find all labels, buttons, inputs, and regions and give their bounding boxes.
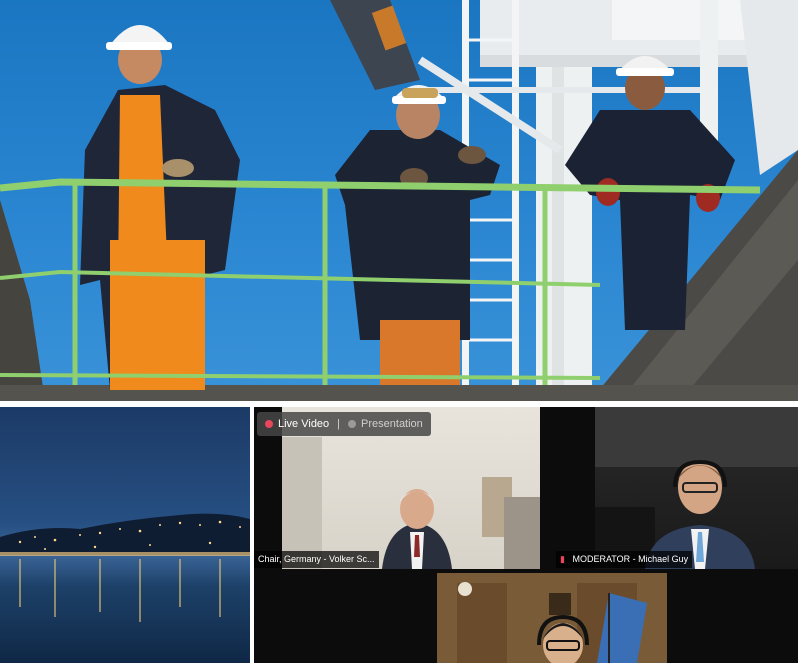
crew-on-ship-deck-photo xyxy=(0,0,798,401)
video-conference-window: Chair, Germany - Volker Sc... ▮ MODERATO… xyxy=(254,407,798,663)
night-harbor-photo xyxy=(0,407,250,663)
participant-name: MODERATOR - Michael Guy xyxy=(572,554,689,564)
tab-live-video[interactable]: Live Video xyxy=(265,418,329,430)
crew-photo-illustration xyxy=(0,0,798,401)
participant-name: Chair, Germany - Volker Sc... xyxy=(258,554,375,564)
tab-separator: | xyxy=(337,418,341,430)
participant-name-tag: Chair, Germany - Volker Sc... xyxy=(254,551,379,568)
ship-bulwark-left xyxy=(0,200,45,401)
participant-tile-third[interactable] xyxy=(437,573,667,663)
live-indicator-icon xyxy=(265,420,273,428)
third-participant-video-feed xyxy=(437,573,667,663)
tab-live-video-label: Live Video xyxy=(278,418,330,430)
tab-presentation[interactable]: Presentation xyxy=(348,418,423,430)
participant-tile-moderator[interactable] xyxy=(595,407,798,569)
crew-member-orange-coveralls xyxy=(80,25,240,390)
moderator-video-feed xyxy=(595,407,798,569)
participant-name-tag: ▮ MODERATOR - Michael Guy xyxy=(556,551,693,568)
night-harbor-illustration xyxy=(0,513,250,622)
presentation-indicator-icon xyxy=(348,420,357,428)
tab-presentation-label: Presentation xyxy=(361,418,423,430)
microphone-muted-icon: ▮ xyxy=(560,554,565,564)
view-mode-tabbar: Live Video | Presentation xyxy=(257,412,431,436)
